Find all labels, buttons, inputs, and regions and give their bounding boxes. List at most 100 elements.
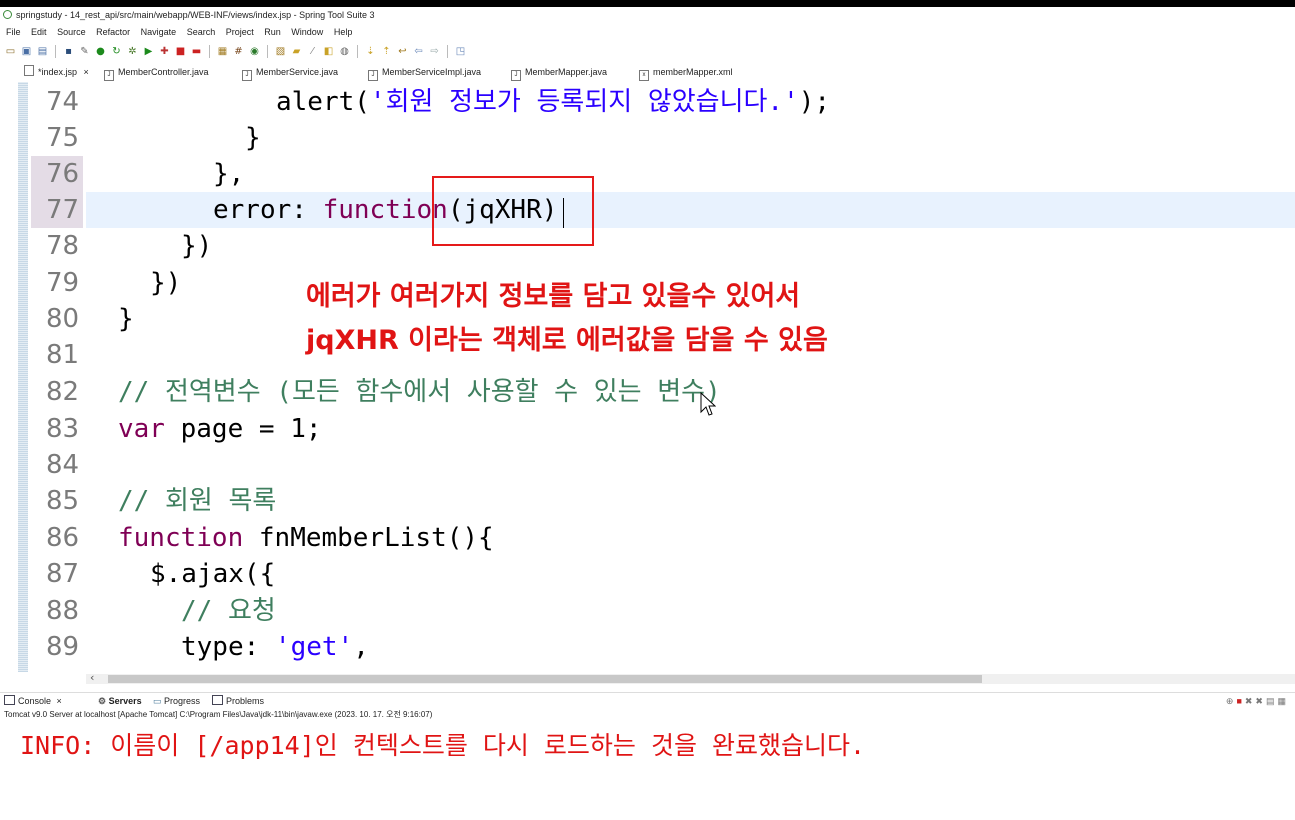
close-tab-icon[interactable]: × bbox=[57, 696, 62, 706]
menu-file[interactable]: File bbox=[6, 27, 21, 37]
build-icon[interactable]: ▦ bbox=[216, 45, 229, 58]
external-tools-icon[interactable]: ✚ bbox=[158, 45, 171, 58]
console-output-line[interactable]: INFO: 이름이 [/app14]인 컨텍스트를 다시 로드하는 것을 완료했… bbox=[20, 726, 865, 762]
line-number: 82 bbox=[46, 377, 80, 407]
globe-icon[interactable]: ◉ bbox=[248, 45, 261, 58]
menu-search[interactable]: Search bbox=[187, 27, 216, 37]
save-all-icon[interactable]: ▤ bbox=[36, 45, 49, 58]
line-number: 86 bbox=[46, 523, 80, 553]
save-icon[interactable]: ▣ bbox=[20, 45, 33, 58]
close-tab-icon[interactable]: × bbox=[84, 67, 89, 77]
screen-top-edge bbox=[0, 0, 1295, 7]
code-text: type: 'get', bbox=[181, 629, 369, 665]
debug-icon[interactable]: ● bbox=[94, 45, 107, 58]
code-line: 75} bbox=[0, 120, 1295, 156]
open-folder-icon[interactable]: ▰ bbox=[290, 45, 303, 58]
tab-member-mapper-java[interactable]: J MemberMapper.java bbox=[511, 64, 607, 81]
scrollbar-thumb[interactable] bbox=[108, 675, 982, 683]
server-icon[interactable]: ▬ bbox=[190, 45, 203, 58]
annotation-line-2: jqXHR 이라는 객체로 에러값을 담을 수 있음 bbox=[306, 325, 828, 356]
code-editor[interactable]: 74 alert('회원 정보가 등록되지 않았습니다.'); 75} 76}, … bbox=[0, 82, 1295, 672]
tab-member-controller[interactable]: J MemberController.java bbox=[104, 64, 209, 81]
keyword: function bbox=[322, 195, 448, 225]
menu-edit[interactable]: Edit bbox=[31, 27, 47, 37]
menu-run[interactable]: Run bbox=[264, 27, 281, 37]
tab-progress[interactable]: ▭ Progress bbox=[153, 693, 200, 709]
servers-icon: ⚙ bbox=[98, 696, 109, 706]
code-token: ); bbox=[798, 87, 831, 117]
hash-icon[interactable]: # bbox=[232, 45, 245, 58]
wand-icon[interactable]: ⁄ bbox=[306, 45, 319, 58]
pencil-icon[interactable]: ✎ bbox=[78, 45, 91, 58]
toolbar-divider bbox=[357, 44, 358, 58]
line-number: 76 bbox=[46, 159, 80, 189]
scroll-left-icon[interactable]: ‹ bbox=[90, 671, 94, 684]
terminate-icon[interactable]: ■ bbox=[1236, 696, 1244, 706]
console-tab-bar: Console × ⚙ Servers ▭ Progress Problems … bbox=[0, 692, 1295, 709]
refresh-icon[interactable]: ↻ bbox=[110, 45, 123, 58]
menu-source[interactable]: Source bbox=[57, 27, 86, 37]
string-literal: '회원 정보가 등록되지 않았습니다.' bbox=[369, 87, 799, 117]
remove-all-icon[interactable]: ✖ bbox=[1255, 696, 1266, 706]
code-text: }) bbox=[150, 268, 182, 298]
tab-label: Console bbox=[18, 696, 52, 706]
toolbar-divider bbox=[55, 44, 56, 58]
debug-run-icon[interactable]: ✲ bbox=[126, 45, 139, 58]
code-comment: // 회원 목록 bbox=[118, 486, 277, 516]
back-icon[interactable]: ⇦ bbox=[412, 45, 425, 58]
code-text: } bbox=[245, 123, 261, 153]
tab-label: MemberController.java bbox=[118, 67, 209, 77]
line-number: 89 bbox=[46, 632, 80, 662]
prev-annotation-icon[interactable]: ⇡ bbox=[380, 45, 393, 58]
line-number: 79 bbox=[46, 268, 80, 298]
menu-help[interactable]: Help bbox=[334, 27, 353, 37]
line-number: 88 bbox=[46, 596, 80, 626]
tab-label: MemberServiceImpl.java bbox=[382, 67, 482, 77]
keyword: function bbox=[118, 523, 244, 553]
run-icon[interactable]: ▶ bbox=[142, 45, 155, 58]
pin-icon[interactable]: ⊕ bbox=[1226, 696, 1237, 706]
open-type-icon[interactable]: ▧ bbox=[274, 45, 287, 58]
line-number: 83 bbox=[46, 414, 80, 444]
editor-tab-bar: *index.jsp × J MemberController.java J Mem… bbox=[0, 64, 1295, 81]
terminal-icon[interactable]: ▪ bbox=[62, 45, 75, 58]
console-process-info: Tomcat v9.0 Server at localhost [Apache … bbox=[4, 710, 433, 719]
code-text: } bbox=[118, 304, 134, 334]
horizontal-scrollbar[interactable]: ‹ bbox=[86, 671, 1295, 684]
code-token: , bbox=[353, 632, 369, 662]
menu-window[interactable]: Window bbox=[291, 27, 323, 37]
scroll-lock-icon[interactable]: ▤ bbox=[1266, 696, 1278, 706]
mouse-cursor-icon bbox=[700, 392, 716, 416]
open-project-icon[interactable]: ◧ bbox=[322, 45, 335, 58]
code-line: 78}) bbox=[0, 228, 1295, 264]
remove-launch-icon[interactable]: ✖ bbox=[1245, 696, 1256, 706]
pin-editor-icon[interactable]: ◳ bbox=[454, 45, 467, 58]
next-annotation-icon[interactable]: ⇣ bbox=[364, 45, 377, 58]
code-comment: // 전역변수 (모든 함수에서 사용할 수 있는 변수) bbox=[118, 377, 721, 407]
stop-icon[interactable]: ■ bbox=[174, 45, 187, 58]
tab-index-jsp[interactable]: *index.jsp × bbox=[24, 64, 89, 81]
code-token: alert( bbox=[276, 87, 370, 117]
tab-member-service[interactable]: J MemberService.java bbox=[242, 64, 338, 81]
menu-project[interactable]: Project bbox=[226, 27, 254, 37]
tab-console[interactable]: Console × bbox=[4, 693, 62, 709]
tab-label: memberMapper.xml bbox=[653, 67, 733, 77]
tab-problems[interactable]: Problems bbox=[212, 693, 264, 709]
tab-member-service-impl[interactable]: J MemberServiceImpl.java bbox=[368, 64, 481, 81]
tab-member-mapper-xml[interactable]: x memberMapper.xml bbox=[639, 64, 733, 81]
annotation-line-1: 에러가 여러가지 정보를 담고 있을수 있어서 bbox=[306, 281, 801, 312]
code-line: 76}, bbox=[0, 156, 1295, 192]
last-edit-icon[interactable]: ↩ bbox=[396, 45, 409, 58]
tab-servers[interactable]: ⚙ Servers bbox=[98, 693, 142, 709]
line-number: 84 bbox=[46, 450, 80, 480]
menu-navigate[interactable]: Navigate bbox=[141, 27, 177, 37]
code-line: 89 type: 'get', bbox=[0, 629, 1295, 665]
code-text: var page = 1; bbox=[118, 411, 322, 447]
new-file-icon[interactable]: ▭ bbox=[4, 45, 17, 58]
line-number: 74 bbox=[46, 87, 80, 117]
word-wrap-icon[interactable]: ▦ bbox=[1277, 696, 1289, 706]
forward-icon[interactable]: ⇨ bbox=[428, 45, 441, 58]
search-icon[interactable]: ◍ bbox=[338, 45, 351, 58]
code-line: 88 // 요청 bbox=[0, 593, 1295, 629]
menu-refactor[interactable]: Refactor bbox=[96, 27, 130, 37]
